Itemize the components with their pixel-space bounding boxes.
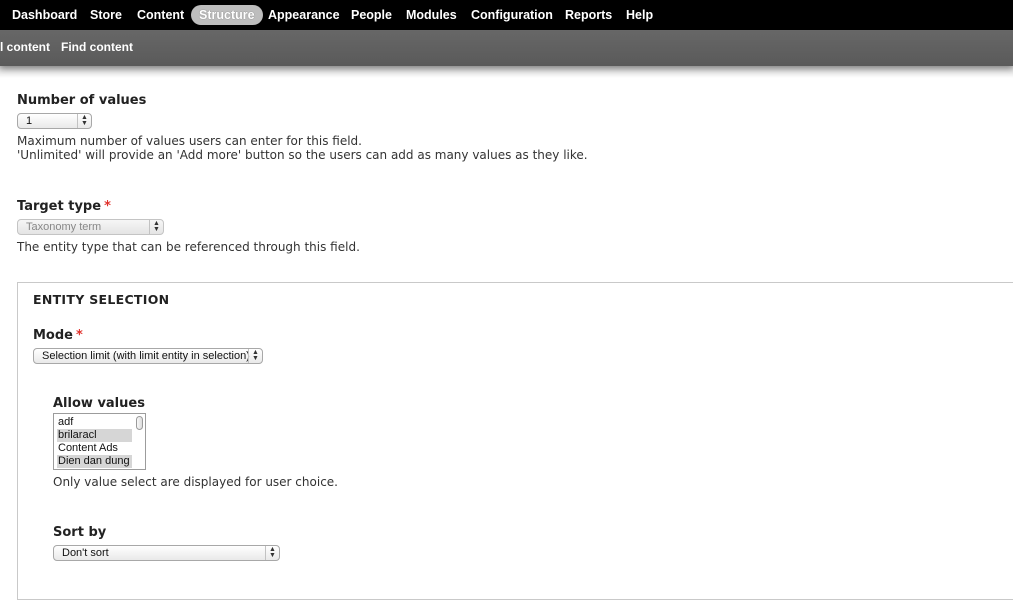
entity-selection-legend: ENTITY SELECTION [33,292,170,307]
admin-toolbar: Dashboard Store Content Structure Appear… [0,0,1013,30]
mode-label-text: Mode [33,328,73,343]
list-option-dien-dan-dung[interactable]: Dien dan dung [57,455,132,468]
number-of-values-description-line2: 'Unlimited' will provide an 'Add more' b… [17,148,588,162]
toolbar-item-reports[interactable]: Reports [565,5,612,25]
select-arrows-icon: ▲ ▼ [265,546,279,560]
target-type-description: The entity type that can be referenced t… [17,240,360,254]
sort-by-label: Sort by [53,525,107,540]
toolbar-item-appearance[interactable]: Appearance [268,5,340,25]
toolbar-item-content[interactable]: Content [137,5,184,25]
toolbar-item-dashboard[interactable]: Dashboard [12,5,77,25]
mode-label: Mode * [33,328,83,343]
required-marker: * [76,328,83,343]
shortcut-find-content[interactable]: Find content [61,40,133,54]
number-of-values-value: 1 [26,115,33,127]
sort-by-value: Don't sort [62,547,109,559]
shortcuts-bar: l content Find content [0,30,1013,66]
listbox-scrollbar[interactable] [136,416,143,430]
toolbar-item-structure[interactable]: Structure [191,5,263,25]
toolbar-item-store[interactable]: Store [90,5,122,25]
number-of-values-label: Number of values [17,93,147,108]
mode-value: Selection limit (with limit entity in se… [42,350,250,362]
toolbar-item-help[interactable]: Help [626,5,653,25]
mode-select[interactable]: Selection limit (with limit entity in se… [33,348,263,364]
select-arrows-icon: ▲ ▼ [77,114,91,128]
number-of-values-select[interactable]: 1 ▲ ▼ [17,113,92,129]
number-of-values-description-line1: Maximum number of values users can enter… [17,134,362,148]
list-option-content-ads[interactable]: Content Ads [57,442,132,455]
target-type-label-text: Target type [17,199,102,214]
toolbar-item-people[interactable]: People [351,5,392,25]
toolbar-shadow [0,66,1013,78]
allow-values-description: Only value select are displayed for user… [53,475,338,489]
target-type-value: Taxonomy term [26,221,102,233]
select-arrows-icon: ▲ ▼ [149,220,163,234]
target-type-label: Target type * [17,199,111,214]
list-option-adf[interactable]: adf [57,416,132,429]
allow-values-label: Allow values [53,396,145,411]
list-option-brilaracl[interactable]: brilaracl [57,429,132,442]
toolbar-item-configuration[interactable]: Configuration [471,5,553,25]
select-arrows-icon: ▲ ▼ [248,349,262,363]
shortcut-add-content[interactable]: l content [0,40,50,54]
sort-by-select[interactable]: Don't sort ▲ ▼ [53,545,280,561]
allow-values-listbox[interactable]: adf brilaracl Content Ads Dien dan dung [53,413,146,470]
required-marker: * [104,199,111,214]
target-type-select: Taxonomy term ▲ ▼ [17,219,164,235]
toolbar-item-modules[interactable]: Modules [406,5,457,25]
